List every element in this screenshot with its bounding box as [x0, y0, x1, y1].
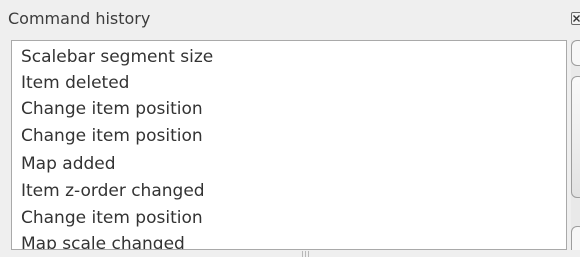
resize-grip[interactable]: [300, 251, 312, 257]
vertical-scrollbar[interactable]: [571, 40, 580, 250]
close-panel-button[interactable]: [571, 12, 580, 25]
history-item[interactable]: Scalebar segment size: [21, 47, 213, 67]
history-item[interactable]: Item z-order changed: [21, 181, 205, 201]
panel-title: Command history: [8, 9, 151, 28]
scroll-down-button[interactable]: [571, 226, 580, 250]
history-item[interactable]: Change item position: [21, 99, 203, 119]
command-history-list[interactable]: Scalebar segment size Item deleted Chang…: [11, 40, 567, 250]
history-item[interactable]: Change item position: [21, 208, 203, 228]
scroll-thumb[interactable]: [571, 76, 580, 198]
history-item[interactable]: Change item position: [21, 126, 203, 146]
history-item[interactable]: Map scale changed: [21, 234, 185, 249]
history-item[interactable]: Item deleted: [21, 73, 129, 93]
history-item[interactable]: Map added: [21, 154, 116, 174]
close-icon: [573, 15, 580, 22]
scroll-up-button[interactable]: [571, 40, 580, 66]
command-history-panel: Command history Scalebar segment size It…: [0, 0, 580, 257]
